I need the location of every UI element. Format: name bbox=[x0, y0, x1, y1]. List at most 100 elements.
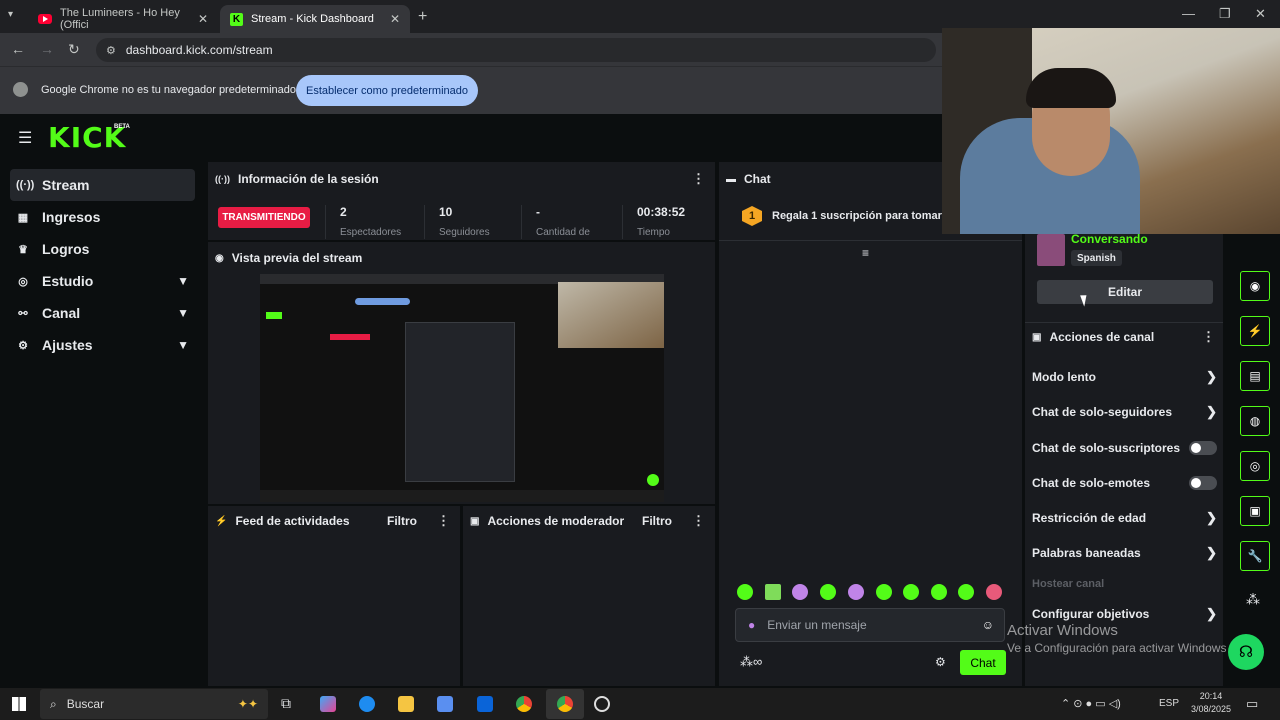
forward-icon[interactable]: → bbox=[40, 41, 54, 57]
action-age-restriction[interactable]: Restricción de edad ❯ bbox=[1032, 508, 1217, 528]
pinned-gift-message[interactable]: 1 Regala 1 suscripción para tomar la bbox=[742, 206, 954, 226]
emote-icon[interactable] bbox=[792, 584, 808, 600]
mod-tool-icon[interactable]: ▣ bbox=[1240, 496, 1270, 526]
gift-count-icon: 1 bbox=[742, 206, 762, 226]
support-headset-icon[interactable]: ☊ bbox=[1228, 634, 1264, 670]
notes-tool-icon[interactable]: ▤ bbox=[1240, 361, 1270, 391]
microphone-icon[interactable]: ● bbox=[748, 618, 755, 632]
set-default-button[interactable]: Establecer como predeterminado bbox=[296, 75, 478, 106]
action-slow-mode[interactable]: Modo lento ❯ bbox=[1032, 367, 1217, 387]
file-explorer-icon[interactable] bbox=[398, 696, 414, 712]
actions-menu-icon[interactable]: ⋮ bbox=[1202, 329, 1215, 345]
category-thumbnail bbox=[1037, 234, 1065, 266]
preview-modal bbox=[405, 322, 515, 482]
edit-stream-button[interactable]: Editar bbox=[1037, 280, 1213, 304]
close-icon[interactable]: ✕ bbox=[198, 12, 208, 26]
copilot-highlight-icon: ✦✦ bbox=[237, 697, 258, 711]
emotes-only-toggle[interactable] bbox=[1189, 476, 1217, 490]
preview-logo bbox=[266, 312, 282, 319]
address-bar[interactable]: ⚙ dashboard.kick.com/stream bbox=[96, 38, 936, 62]
store-icon[interactable] bbox=[437, 696, 453, 712]
reload-icon[interactable]: ↻ bbox=[68, 41, 80, 58]
new-tab-icon[interactable]: + bbox=[418, 8, 427, 26]
stream-category[interactable]: Conversando bbox=[1071, 232, 1148, 246]
chat-settings-icon[interactable]: ⚙ bbox=[935, 655, 946, 669]
emote-icon[interactable] bbox=[986, 584, 1002, 600]
stream-preview-video[interactable] bbox=[260, 274, 664, 502]
obs-icon[interactable] bbox=[594, 696, 610, 712]
emote-icon[interactable] bbox=[903, 584, 919, 600]
actions-title: ▣ Acciones de canal bbox=[1032, 330, 1155, 344]
emote-icon[interactable] bbox=[820, 584, 836, 600]
mod-filter-button[interactable]: Filtro bbox=[642, 514, 672, 528]
activity-feed-panel bbox=[208, 506, 460, 686]
tab-search-icon[interactable]: ▾ bbox=[8, 9, 13, 20]
feed-menu-icon[interactable]: ⋮ bbox=[437, 513, 450, 529]
site-info-icon[interactable]: ⚙ bbox=[106, 44, 116, 57]
chat-tool-icon[interactable]: ◍ bbox=[1240, 406, 1270, 436]
clock-date[interactable]: 3/08/2025 bbox=[1186, 704, 1236, 714]
minimize-icon[interactable]: — bbox=[1182, 6, 1195, 21]
close-icon[interactable]: ✕ bbox=[390, 12, 400, 26]
clock-time[interactable]: 20:14 bbox=[1198, 691, 1224, 701]
chrome-taskbar-icon[interactable] bbox=[516, 696, 532, 712]
edge-icon[interactable] bbox=[359, 696, 375, 712]
emoji-icon[interactable]: ☺ bbox=[982, 618, 994, 632]
action-subscribers-only: Chat de solo-suscriptores bbox=[1032, 438, 1217, 458]
taskbar-search[interactable]: ⌕ Buscar ✦✦ bbox=[40, 689, 268, 719]
back-icon[interactable]: ← bbox=[11, 41, 25, 57]
windows-start-icon[interactable] bbox=[12, 697, 26, 711]
emote-icon[interactable] bbox=[931, 584, 947, 600]
chrome-active-window[interactable] bbox=[546, 689, 584, 719]
sidebar-item-estudio[interactable]: ◎ Estudio ▼ bbox=[10, 265, 195, 297]
task-view-icon[interactable]: ⧉ bbox=[281, 695, 291, 712]
broadcast-tool-icon[interactable]: ◎ bbox=[1240, 451, 1270, 481]
kick-favicon-icon: K bbox=[230, 12, 243, 26]
tab-title: Stream - Kick Dashboard bbox=[251, 13, 374, 25]
sidebar-item-label: Ajustes bbox=[42, 337, 93, 353]
feed-filter-button[interactable]: Filtro bbox=[387, 514, 417, 528]
chevron-right-icon: ❯ bbox=[1206, 404, 1217, 419]
apps-icon[interactable]: ⁂ bbox=[1246, 591, 1260, 608]
outlook-icon[interactable] bbox=[477, 696, 493, 712]
sidebar-item-logros[interactable]: ♛ Logros bbox=[10, 233, 195, 265]
sidebar-item-label: Stream bbox=[42, 177, 90, 193]
emote-icon[interactable] bbox=[765, 584, 781, 600]
emote-icon[interactable] bbox=[958, 584, 974, 600]
infobar-text: Google Chrome no es tu navegador predete… bbox=[41, 84, 296, 96]
action-banned-words[interactable]: Palabras baneadas ❯ bbox=[1032, 543, 1217, 563]
session-menu-icon[interactable]: ⋮ bbox=[692, 171, 705, 187]
wrench-tool-icon[interactable]: 🔧 bbox=[1240, 541, 1270, 571]
search-icon: ⌕ bbox=[50, 696, 57, 711]
sidebar-item-canal[interactable]: ⚯ Canal ▼ bbox=[10, 297, 195, 329]
sidebar-item-stream[interactable]: ((·)) Stream bbox=[10, 169, 195, 201]
chat-message-input[interactable]: ● Enviar un mensaje ☺ bbox=[735, 608, 1005, 642]
emote-icon[interactable] bbox=[848, 584, 864, 600]
points-icon[interactable]: ⁂∞ bbox=[740, 654, 762, 670]
notifications-icon[interactable]: ▭ bbox=[1246, 696, 1258, 712]
emote-icon[interactable] bbox=[737, 584, 753, 600]
action-configure-goals[interactable]: Configurar objetivos ❯ bbox=[1032, 604, 1217, 624]
subscribers-only-toggle[interactable] bbox=[1189, 441, 1217, 455]
lightning-tool-icon[interactable]: ⚡ bbox=[1240, 316, 1270, 346]
language-indicator[interactable]: ESP bbox=[1159, 698, 1179, 709]
window-close-icon[interactable]: ✕ bbox=[1255, 6, 1266, 22]
expand-pinned-icon[interactable]: ≡ bbox=[862, 246, 869, 260]
preview-badge bbox=[330, 334, 370, 340]
language-tag: Spanish bbox=[1071, 250, 1122, 266]
maximize-icon[interactable]: ❐ bbox=[1219, 6, 1231, 22]
trophy-icon: ♛ bbox=[18, 243, 28, 256]
menu-icon[interactable]: ☰ bbox=[18, 128, 32, 148]
mod-menu-icon[interactable]: ⋮ bbox=[692, 513, 705, 529]
sidebar-item-ingresos[interactable]: ▦ Ingresos bbox=[10, 201, 195, 233]
tab-youtube[interactable]: The Lumineers - Ho Hey (Offici ✕ bbox=[28, 5, 218, 33]
tray-icons[interactable]: ⌃ ⊙ ● ▭ ◁) bbox=[1061, 697, 1121, 710]
sidebar-item-ajustes[interactable]: ⚙ Ajustes ▼ bbox=[10, 329, 195, 361]
preview-webcam bbox=[558, 282, 664, 348]
preview-tool-icon[interactable]: ◉ bbox=[1240, 271, 1270, 301]
copilot-icon[interactable] bbox=[320, 696, 336, 712]
action-followers-only[interactable]: Chat de solo-seguidores ❯ bbox=[1032, 402, 1217, 422]
tab-kick-dashboard[interactable]: K Stream - Kick Dashboard ✕ bbox=[220, 5, 410, 33]
emote-icon[interactable] bbox=[876, 584, 892, 600]
send-chat-button[interactable]: Chat bbox=[960, 650, 1006, 675]
